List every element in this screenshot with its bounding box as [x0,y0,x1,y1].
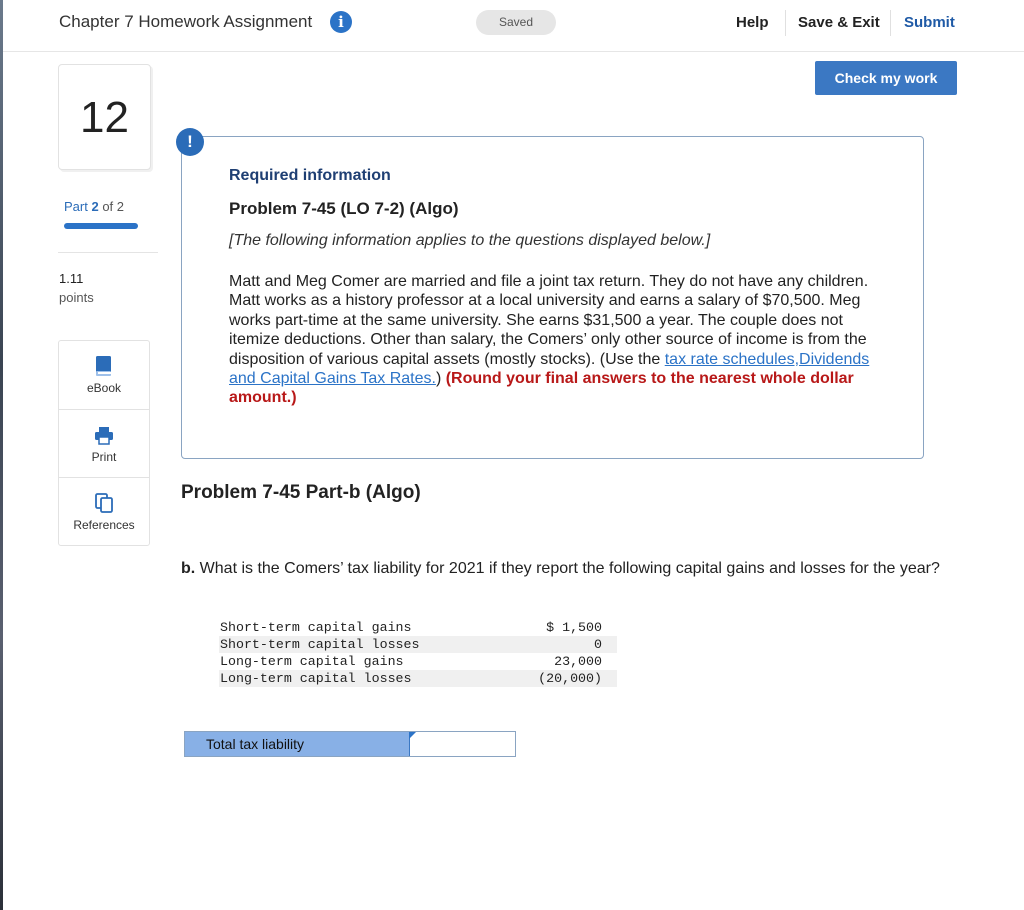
ebook-label: eBook [86,381,122,395]
print-label: Print [91,450,117,464]
references-label: References [73,518,135,532]
input-marker [409,732,416,739]
part-title: Problem 7-45 Part-b (Algo) [181,482,421,503]
copy-icon [95,493,113,513]
saved-status-badge: Saved [476,10,556,35]
row-value: 23,000 [554,654,602,669]
row-value: (20,000) [538,671,602,686]
row-value: $ 1,500 [546,620,602,635]
capital-gains-table: Short-term capital gains $ 1,500 Short-t… [219,619,617,687]
tax-rate-schedules-link[interactable]: tax rate schedules, [665,351,799,368]
part-indicator: Part 2 of 2 [64,199,124,214]
print-button[interactable]: Print [59,409,149,477]
row-label: Long-term capital gains [220,654,404,669]
help-link[interactable]: Help [736,14,769,31]
tools-panel: eBook Print References [58,340,150,546]
problem-title: Problem 7-45 (LO 7-2) (Algo) [229,199,459,218]
part-total: of 2 [102,199,125,214]
table-row: Short-term capital gains $ 1,500 [219,619,617,636]
window-edge [0,0,3,910]
answer-row: Total tax liability [184,731,516,757]
references-button[interactable]: References [59,477,149,545]
save-exit-link[interactable]: Save & Exit [798,14,880,31]
total-tax-liability-input[interactable] [409,732,515,756]
problem-body-after-links: ) [435,370,446,388]
points-label: points [59,290,94,305]
printer-icon [95,427,113,445]
ebook-button[interactable]: eBook [59,341,149,409]
part-progress-bar [64,223,138,229]
part-prefix: Part [64,199,88,214]
submit-link[interactable]: Submit [904,14,955,31]
question-number-card: 12 [58,64,151,170]
question-text: b. What is the Comers’ tax liability for… [181,559,951,579]
row-label: Short-term capital gains [220,620,412,635]
table-row: Long-term capital losses (20,000) [219,670,617,687]
check-my-work-button[interactable]: Check my work [815,61,957,95]
assignment-title: Chapter 7 Homework Assignment [59,12,313,31]
question-letter: b. [181,560,196,577]
problem-subtitle: [The following information applies to th… [229,232,711,249]
row-label: Short-term capital losses [220,637,420,652]
total-tax-liability-label: Total tax liability [185,732,409,756]
question-number: 12 [80,93,129,142]
required-info-heading: Required information [229,167,391,184]
table-row: Long-term capital gains 23,000 [219,653,617,670]
part-current: 2 [91,199,99,214]
points-value: 1.11 [59,271,84,286]
sidebar-divider [58,252,158,253]
header-divider [890,10,891,36]
header-divider [785,10,786,36]
alert-icon: ! [176,128,204,156]
row-value: 0 [594,637,602,652]
question-body: What is the Comers’ tax liability for 20… [195,560,940,577]
book-icon [96,356,111,376]
problem-body: Matt and Meg Comer are married and file … [229,272,889,408]
top-bar: Chapter 7 Homework Assignment i Saved He… [3,0,1024,52]
info-icon[interactable]: i [330,11,352,33]
table-row: Short-term capital losses 0 [219,636,617,653]
row-label: Long-term capital losses [220,671,412,686]
